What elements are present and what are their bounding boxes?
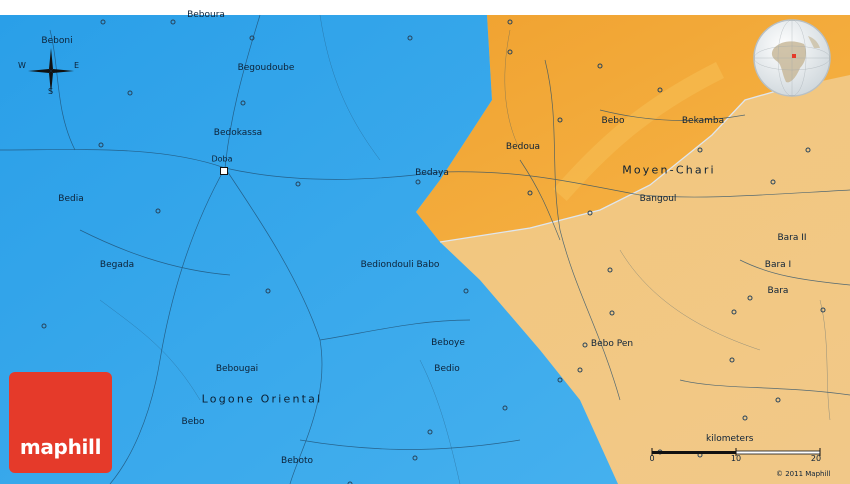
settlement-dot bbox=[577, 367, 583, 373]
settlement-dot bbox=[41, 323, 47, 329]
place-label[interactable]: Doba bbox=[211, 155, 232, 164]
copyright: © 2011 Maphill bbox=[776, 470, 831, 478]
town-marker[interactable] bbox=[220, 167, 228, 175]
settlement-dot bbox=[747, 295, 753, 301]
place-label[interactable]: Bedoua bbox=[506, 142, 540, 152]
region-label-logone-oriental: Logone Oriental bbox=[201, 392, 323, 406]
compass-west: W bbox=[18, 61, 26, 70]
place-label[interactable]: Beboto bbox=[281, 456, 313, 466]
settlement-dot bbox=[820, 307, 826, 313]
place-label[interactable]: Beboura bbox=[187, 10, 225, 20]
settlement-dot bbox=[463, 288, 469, 294]
scale-tick: 10 bbox=[730, 454, 742, 463]
place-label[interactable]: Bekamba bbox=[682, 116, 724, 126]
place-label[interactable]: Bedaya bbox=[415, 168, 449, 178]
compass-south: S bbox=[48, 87, 54, 96]
settlement-dot bbox=[427, 429, 433, 435]
settlement-dot bbox=[265, 288, 271, 294]
place-label[interactable]: Bebo bbox=[182, 417, 205, 427]
settlement-dot bbox=[775, 397, 781, 403]
settlement-dot bbox=[295, 181, 301, 187]
place-label[interactable]: Beboye bbox=[431, 338, 465, 348]
scale-bar: kilometers 0 10 20 bbox=[648, 434, 826, 474]
settlement-dot bbox=[249, 35, 255, 41]
compass-east: E bbox=[74, 61, 80, 70]
settlement-dot bbox=[742, 415, 748, 421]
settlement-dot bbox=[527, 190, 533, 196]
settlement-dot bbox=[770, 179, 776, 185]
place-label[interactable]: Bara bbox=[768, 286, 789, 296]
place-label[interactable]: Bara II bbox=[777, 233, 806, 243]
scale-tick: 0 bbox=[649, 454, 655, 463]
settlement-dot bbox=[407, 35, 413, 41]
settlement-dot bbox=[582, 342, 588, 348]
settlement-dot bbox=[607, 267, 613, 273]
settlement-dot bbox=[170, 19, 176, 25]
settlement-dot bbox=[100, 19, 106, 25]
settlement-dot bbox=[415, 179, 421, 185]
settlement-dot bbox=[609, 310, 615, 316]
place-label[interactable]: Bangoul bbox=[640, 194, 677, 204]
place-label[interactable]: Bedio bbox=[434, 364, 459, 374]
compass-rose: W E S bbox=[18, 44, 80, 100]
settlement-dot bbox=[507, 19, 513, 25]
map-layer bbox=[0, 0, 850, 484]
settlement-dot bbox=[412, 455, 418, 461]
globe-locator-icon[interactable] bbox=[752, 18, 832, 98]
settlement-dot bbox=[127, 90, 133, 96]
place-label[interactable]: Bediondouli Babo bbox=[361, 260, 440, 270]
settlement-dot bbox=[557, 377, 563, 383]
settlement-dot bbox=[557, 117, 563, 123]
settlement-dot bbox=[240, 100, 246, 106]
map-canvas[interactable]: Beboura Beboni Begoudoube Bedokassa Doba Bedi… bbox=[0, 0, 850, 484]
settlement-dot bbox=[587, 210, 593, 216]
logo-text: maphill bbox=[19, 435, 102, 459]
settlement-dot bbox=[729, 357, 735, 363]
settlement-dot bbox=[98, 142, 104, 148]
settlement-dot bbox=[805, 147, 811, 153]
place-label[interactable]: Bebougai bbox=[216, 364, 258, 374]
settlement-dot bbox=[502, 405, 508, 411]
place-label[interactable]: Bedia bbox=[58, 194, 83, 204]
place-label[interactable]: Bedokassa bbox=[214, 128, 262, 138]
place-label[interactable]: Bebo bbox=[602, 116, 625, 126]
place-label[interactable]: Begoudoube bbox=[238, 63, 295, 73]
settlement-dot bbox=[507, 49, 513, 55]
settlement-dot bbox=[155, 208, 161, 214]
place-label[interactable]: Bara I bbox=[765, 260, 791, 270]
region-label-moyen-chari: Moyen-Chari bbox=[622, 163, 716, 177]
place-label[interactable]: Bebo Pen bbox=[591, 339, 633, 349]
maphill-logo[interactable]: maphill bbox=[9, 372, 112, 473]
settlement-dot bbox=[697, 147, 703, 153]
settlement-dot bbox=[597, 63, 603, 69]
scale-tick: 20 bbox=[810, 454, 822, 463]
settlement-dot bbox=[657, 87, 663, 93]
place-label[interactable]: Begada bbox=[100, 260, 134, 270]
settlement-dot bbox=[731, 309, 737, 315]
